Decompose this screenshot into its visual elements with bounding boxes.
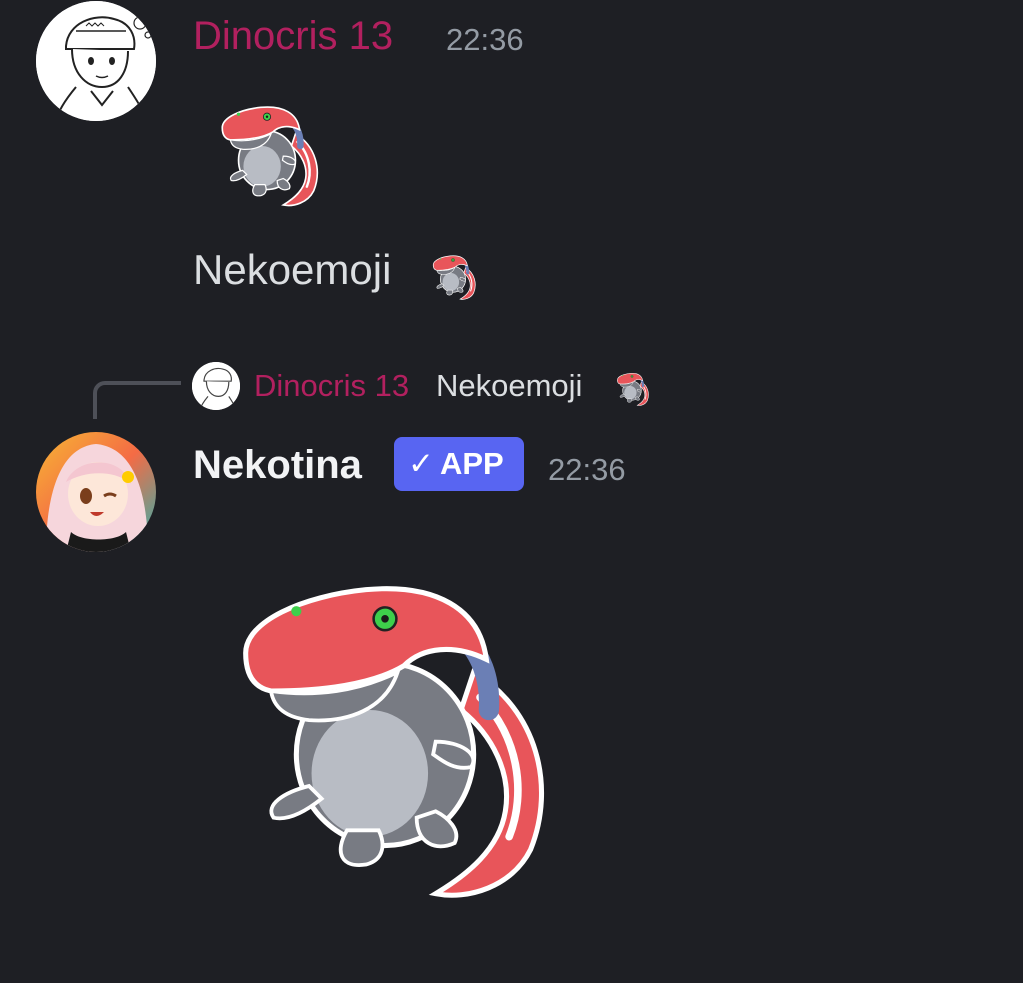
red-crocodile-sticker-icon[interactable] bbox=[206, 85, 328, 207]
username[interactable]: Dinocris 13 bbox=[193, 12, 393, 60]
sketch-avatar-icon[interactable] bbox=[192, 362, 240, 410]
username[interactable]: Nekotina bbox=[193, 441, 362, 489]
reply-text[interactable]: Nekoemoji bbox=[436, 366, 582, 406]
reply-connector bbox=[93, 381, 181, 419]
sketch-avatar-icon[interactable] bbox=[36, 1, 156, 121]
timestamp: 22:36 bbox=[548, 452, 626, 487]
chat-log: Dinocris 13 22:36 Nekoemoji Dinocris 13 … bbox=[0, 0, 1023, 983]
app-badge: ✓ APP bbox=[394, 437, 524, 491]
anime-girl-avatar-icon[interactable] bbox=[36, 432, 156, 552]
message-text: Nekoemoji bbox=[193, 246, 392, 293]
reply-author[interactable]: Dinocris 13 bbox=[254, 366, 409, 406]
red-crocodile-emoji-icon[interactable] bbox=[612, 366, 652, 406]
app-badge-label: APP bbox=[439, 446, 504, 481]
timestamp: 22:36 bbox=[446, 22, 524, 57]
red-crocodile-sticker-icon[interactable] bbox=[195, 520, 575, 900]
checkmark-icon: ✓ bbox=[408, 446, 434, 481]
red-crocodile-emoji-icon[interactable] bbox=[426, 246, 480, 300]
